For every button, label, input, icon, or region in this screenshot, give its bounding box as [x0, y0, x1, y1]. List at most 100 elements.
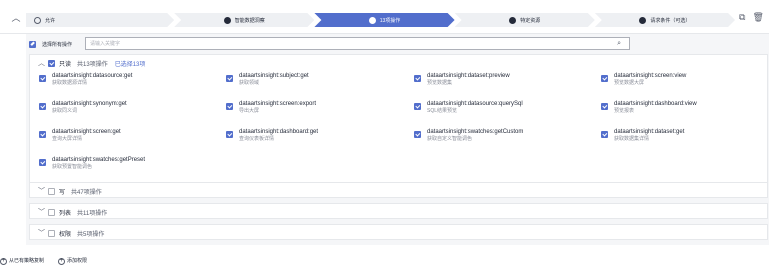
action-item[interactable]: dataartsinsight:screen:view 预览数据大屏: [601, 73, 686, 86]
action-checkbox[interactable]: [39, 75, 46, 82]
action-name: dataartsinsight:dataset:get: [614, 129, 685, 135]
action-name: dataartsinsight:screen:get: [52, 129, 121, 135]
group-checkbox[interactable]: [48, 229, 55, 237]
select-all-checkbox[interactable]: [29, 40, 36, 48]
action-desc: 查询大屏详情: [52, 136, 83, 142]
step-label: 13项操作: [379, 17, 401, 24]
action-checkbox[interactable]: [39, 103, 46, 110]
action-desc: 获取预置智能调色: [52, 164, 93, 170]
action-item[interactable]: dataartsinsight:dataset:preview 预览数据集: [414, 73, 510, 86]
cloud-service-icon: [224, 17, 231, 24]
group-count: 共47项操作: [71, 189, 102, 196]
group-checkbox[interactable]: [48, 187, 55, 195]
row-tools: ⧉ 🗑: [739, 12, 764, 23]
step-conditions[interactable]: 请求条件（可选）: [595, 13, 735, 27]
action-desc: 预览数据集: [427, 80, 453, 86]
action-desc: 导出大屏: [239, 108, 260, 114]
action-desc: 获取数据源详情: [52, 80, 88, 86]
action-list: dataartsinsight:datasource:get 获取数据源详情 da…: [30, 71, 767, 195]
group-permission: ﹀ 权限 共5项操作: [29, 224, 768, 240]
action-desc: 获取领域: [239, 80, 260, 86]
step-label: 允许: [45, 17, 56, 24]
action-checkbox[interactable]: [226, 103, 233, 110]
group-checkbox[interactable]: [48, 59, 55, 67]
operation-icon: [369, 17, 376, 24]
step-effect[interactable]: 允许: [26, 13, 174, 27]
group-header[interactable]: ﹀ 权限 共5项操作: [30, 225, 767, 241]
step-label: 智能数据洞察: [234, 17, 265, 24]
circle-outline-icon: [34, 17, 41, 24]
action-name: dataartsinsight:subject:get: [239, 73, 309, 79]
action-desc: 预览报表: [614, 108, 635, 114]
action-checkbox[interactable]: [414, 75, 421, 82]
step-resources[interactable]: 特定资源: [455, 13, 595, 27]
action-name: dataartsinsight:dashboard:view: [614, 101, 697, 107]
action-checkbox[interactable]: [226, 75, 233, 82]
action-desc: 查询仪表板详情: [239, 136, 275, 142]
action-desc: 获取自定义智能调色: [427, 136, 473, 142]
action-item[interactable]: dataartsinsight:synonym:get 获取同义词: [39, 101, 127, 114]
action-item[interactable]: dataartsinsight:swatches:getPreset 获取预置智能…: [39, 157, 145, 170]
group-name: 只读: [59, 61, 72, 68]
action-desc: 预览数据大屏: [614, 80, 645, 86]
action-item[interactable]: dataartsinsight:subject:get 获取领域: [226, 73, 309, 86]
chevron-down-icon[interactable]: ﹀: [38, 186, 48, 196]
link-label: 从已有策略复制: [9, 258, 45, 264]
search-input[interactable]: 请输入关键字 ⌕: [85, 37, 630, 50]
action-name: dataartsinsight:datasource:querySql: [427, 101, 523, 107]
step-cloud-service[interactable]: 智能数据洞察: [174, 13, 314, 27]
group-list: ﹀ 列表 共11项操作: [29, 203, 768, 219]
step-actions[interactable]: 13项操作: [314, 13, 454, 27]
action-item[interactable]: dataartsinsight:datasource:querySql SQL结果…: [414, 101, 523, 114]
chevron-down-icon[interactable]: ﹀: [38, 228, 48, 238]
action-item[interactable]: dataartsinsight:dashboard:get 查询仪表板详情: [226, 129, 318, 142]
step-label: 特定资源: [520, 17, 541, 24]
select-all-row: 选择所有操作 请输入关键字 ⌕: [26, 34, 769, 54]
action-checkbox[interactable]: [601, 131, 608, 138]
search-placeholder: 请输入关键字: [90, 41, 121, 47]
step-label: 请求条件（可选）: [650, 17, 691, 24]
action-item[interactable]: dataartsinsight:screen:get 查询大屏详情: [39, 129, 121, 142]
action-checkbox[interactable]: [414, 131, 421, 138]
group-count: 共11项操作: [77, 210, 108, 217]
action-checkbox[interactable]: [226, 131, 233, 138]
action-desc: SQL结果预览: [427, 108, 458, 114]
policy-step-bar: ︿ 允许 智能数据洞察 13项操作 特定资源 请求条件（可选） ⧉ 🗑: [0, 0, 769, 34]
group-header[interactable]: ﹀ 列表 共11项操作: [30, 204, 767, 220]
group-selected-count: 已选择13项: [114, 61, 146, 68]
action-checkbox[interactable]: [39, 131, 46, 138]
action-checkbox[interactable]: [601, 75, 608, 82]
group-readonly: ︿ 只读 共13项操作 已选择13项 dataartsinsight:datas…: [29, 54, 768, 198]
group-name: 列表: [59, 210, 72, 217]
action-name: dataartsinsight:dataset:preview: [427, 73, 510, 79]
chevron-up-icon[interactable]: ︿: [9, 10, 23, 24]
action-item[interactable]: dataartsinsight:datasource:get 获取数据源详情: [39, 73, 132, 86]
action-checkbox[interactable]: [601, 103, 608, 110]
copy-icon[interactable]: ⧉: [739, 12, 745, 23]
search-icon[interactable]: ⌕: [617, 40, 621, 48]
group-name: 写: [59, 189, 66, 196]
group-count: 共13项操作: [77, 61, 108, 68]
action-name: dataartsinsight:synonym:get: [52, 101, 127, 107]
action-desc: 获取同义词: [52, 108, 78, 114]
action-checkbox[interactable]: [39, 159, 46, 166]
trash-icon[interactable]: 🗑: [752, 12, 763, 23]
group-header[interactable]: ︿ 只读 共13项操作 已选择13项: [30, 55, 767, 71]
action-name: dataartsinsight:datasource:get: [52, 73, 133, 79]
group-checkbox[interactable]: [48, 208, 55, 216]
step-list: 允许 智能数据洞察 13项操作 特定资源 请求条件（可选）: [26, 13, 735, 27]
condition-icon: [639, 17, 646, 24]
group-header[interactable]: ﹀ 写 共47项操作: [30, 183, 767, 199]
action-name: dataartsinsight:swatches:getCustom: [427, 129, 524, 135]
chevron-up-icon[interactable]: ︿: [38, 58, 48, 68]
group-write: ﹀ 写 共47项操作: [29, 182, 768, 198]
action-item[interactable]: dataartsinsight:dataset:get 获取数据集详情: [601, 129, 684, 142]
actions-panel: 选择所有操作 请输入关键字 ⌕ ︿ 只读 共13项操作 已选择13项 dataa…: [26, 34, 769, 245]
select-all-label: 选择所有操作: [42, 41, 73, 48]
chevron-down-icon[interactable]: ﹀: [38, 207, 48, 217]
action-item[interactable]: dataartsinsight:swatches:getCustom 获取自定义智…: [414, 129, 523, 142]
action-name: dataartsinsight:screen:view: [614, 73, 687, 79]
action-item[interactable]: dataartsinsight:screen:export 导出大屏: [226, 101, 316, 114]
action-checkbox[interactable]: [414, 103, 421, 110]
action-item[interactable]: dataartsinsight:dashboard:view 预览报表: [601, 101, 697, 114]
